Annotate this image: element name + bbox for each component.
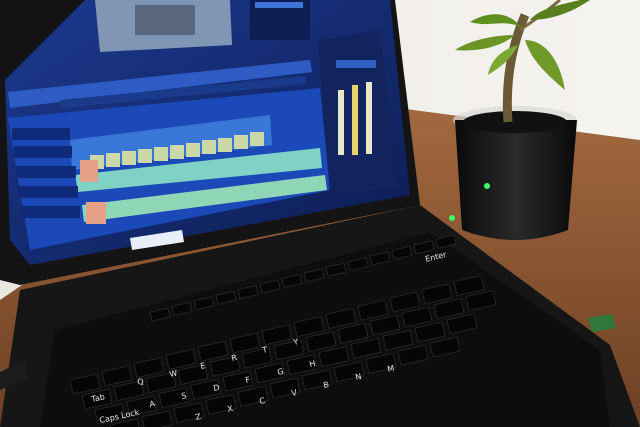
photo-scene: Tab Caps Lock Enter Q W E R T Y A S D F … [0,0,640,427]
pot-led [484,183,490,189]
power-led [449,215,455,221]
